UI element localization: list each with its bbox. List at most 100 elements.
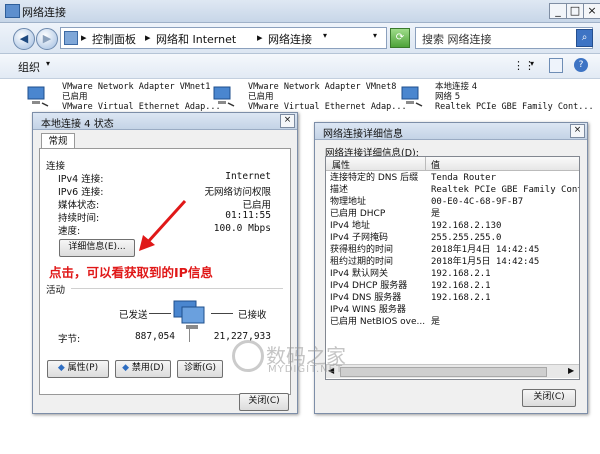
close-button[interactable]: 关闭(C): [239, 393, 289, 411]
list-header: 属性 值: [326, 157, 579, 171]
shield-icon: ◆: [122, 363, 130, 373]
activity-line-received: [211, 313, 233, 314]
network-folder-icon: [5, 4, 20, 18]
detail-row-property[interactable]: IPv4 WINS 服务器: [330, 305, 406, 316]
detail-row-value[interactable]: 2018年1月5日 14:42:45: [431, 257, 539, 268]
help-icon[interactable]: ?: [574, 58, 588, 72]
detail-row-property[interactable]: IPv4 子网掩码: [330, 233, 388, 244]
diagnose-button[interactable]: 诊断(G): [177, 360, 223, 378]
breadcrumb-network-internet[interactable]: 网络和 Internet: [156, 31, 236, 47]
detail-row-value[interactable]: 00-E0-4C-68-9F-B7: [431, 197, 523, 208]
detail-row-property[interactable]: IPv4 DHCP 服务器: [330, 281, 407, 292]
breadcrumb-network-connections[interactable]: 网络连接: [268, 31, 312, 47]
detail-row-property[interactable]: 已启用 NetBIOS ove...: [330, 317, 425, 328]
details-list[interactable]: 属性 值 连接特定的 DNS 后缀 Tenda Router 描述 Realtek P…: [325, 156, 580, 380]
chevron-down-icon[interactable]: ▾: [373, 31, 377, 40]
close-window-button[interactable]: ×: [583, 3, 600, 19]
adapter-status: 已启用: [62, 92, 88, 102]
organize-menu[interactable]: 组织: [18, 59, 40, 75]
disable-button[interactable]: ◆ 禁用(D): [115, 360, 171, 378]
command-bar: 组织 ▾ ⋮⋮ ▾ ?: [0, 54, 600, 79]
column-header-value[interactable]: 值: [431, 158, 440, 171]
detail-row-value[interactable]: 255.255.255.0: [431, 233, 501, 244]
column-divider: [425, 157, 426, 170]
detail-row-property[interactable]: 描述: [330, 185, 348, 196]
detail-row-value[interactable]: Realtek PCIe GBE Family Controlle: [431, 185, 579, 196]
detail-row-value[interactable]: 192.168.2.1: [431, 269, 491, 280]
detail-row-property[interactable]: 租约过期的时间: [330, 257, 393, 268]
section-activity: 活动: [46, 285, 66, 296]
annotation-text: 点击，可以看获取到的IP信息: [49, 265, 213, 280]
details-close-button[interactable]: 关闭(C): [522, 389, 576, 407]
network-adapter-icon: [212, 85, 236, 107]
detail-row-property[interactable]: IPv4 DNS 服务器: [330, 293, 401, 304]
adapter-vmnet1[interactable]: VMware Network Adapter VMnet1 已启用 VMware…: [62, 82, 221, 112]
properties-button-label: 属性(P): [67, 363, 99, 373]
detail-row-property[interactable]: 获得租约的时间: [330, 245, 393, 256]
adapter-vmnet8[interactable]: VMware Network Adapter VMnet8 已启用 VMware…: [248, 82, 407, 112]
close-icon[interactable]: ×: [280, 114, 295, 128]
forward-button[interactable]: ▶: [36, 28, 58, 50]
breadcrumb-separator: ▸: [81, 31, 87, 44]
adapter-local-connection-4[interactable]: 本地连接 4 网络 5 Realtek PCIe GBE Family Cont…: [435, 82, 594, 112]
back-button[interactable]: ◀: [13, 28, 35, 50]
shield-icon: ◆: [57, 363, 65, 373]
watermark-logo: [232, 340, 264, 372]
chevron-down-icon[interactable]: ▾: [530, 59, 534, 68]
breadcrumb-separator: ▸: [145, 31, 151, 44]
adapter-device: VMware Virtual Ethernet Adap...: [62, 102, 221, 112]
sent-label: 已发送: [119, 310, 148, 321]
bytes-divider: [189, 328, 190, 342]
adapter-device: VMware Virtual Ethernet Adap...: [248, 102, 407, 112]
search-icon[interactable]: ⌕: [576, 29, 593, 47]
maximize-button[interactable]: □: [566, 3, 584, 19]
column-header-property[interactable]: 属性: [332, 158, 350, 171]
detail-row-value[interactable]: 192.168.2.1: [431, 281, 491, 292]
bytes-received: 21,227,933: [213, 331, 271, 342]
watermark-subtext: MYDIGIT.NET: [268, 364, 344, 375]
scroll-thumb[interactable]: [340, 367, 547, 377]
detail-row-value[interactable]: 192.168.2.1: [431, 293, 491, 304]
tab-general[interactable]: 常规: [41, 133, 75, 149]
ipv4-value: Internet: [225, 171, 271, 182]
detail-row-property[interactable]: 连接特定的 DNS 后缀: [330, 173, 418, 184]
window-title: 网络连接: [22, 6, 66, 19]
chevron-down-icon[interactable]: ▾: [323, 31, 327, 40]
detail-row-value[interactable]: Tenda Router: [431, 173, 496, 184]
detail-row-value[interactable]: 192.168.2.130: [431, 221, 501, 232]
scroll-right-icon[interactable]: ▶: [568, 366, 574, 375]
detail-row-value[interactable]: 2018年1月4日 14:42:45: [431, 245, 539, 256]
network-adapter-icon: [400, 85, 424, 107]
adapter-status: 已启用: [248, 92, 274, 102]
speed-label: 速度:: [58, 226, 81, 237]
close-icon[interactable]: ×: [570, 124, 585, 138]
network-adapter-icon: [26, 85, 50, 107]
detail-row-property[interactable]: 物理地址: [330, 197, 366, 208]
details-button[interactable]: 详细信息(E)...: [59, 239, 135, 257]
ipv4-label: IPv4 连接:: [58, 174, 104, 185]
activity-divider: [71, 288, 283, 289]
preview-pane-icon[interactable]: [549, 58, 563, 73]
section-connection: 连接: [46, 161, 66, 172]
adapter-device: Realtek PCIe GBE Family Cont...: [435, 102, 594, 112]
window-titlebar: 网络连接 _ □ ×: [0, 0, 600, 23]
breadcrumb-separator: ▸: [257, 31, 263, 44]
refresh-button[interactable]: ⟳: [390, 28, 410, 48]
details-dialog-title: 网络连接详细信息: [323, 129, 403, 140]
chevron-down-icon[interactable]: ▾: [46, 59, 50, 68]
properties-button[interactable]: ◆ 属性(P): [47, 360, 109, 378]
ipv6-label: IPv6 连接:: [58, 187, 104, 198]
detail-row-property[interactable]: 已启用 DHCP: [330, 209, 385, 220]
search-input[interactable]: 搜索 网络连接: [415, 27, 593, 49]
detail-row-value[interactable]: 是: [431, 209, 440, 220]
minimize-button[interactable]: _: [549, 3, 567, 19]
disable-button-label: 禁用(D): [131, 363, 164, 373]
address-bar[interactable]: ▸ 控制面板 ▸ 网络和 Internet ▸ 网络连接 ▾ ▾: [60, 27, 387, 49]
breadcrumb-control-panel[interactable]: 控制面板: [92, 31, 136, 47]
activity-line-sent: [149, 313, 171, 314]
status-dialog-title: 本地连接 4 状态: [41, 119, 114, 130]
detail-row-property[interactable]: IPv4 默认网关: [330, 269, 388, 280]
horizontal-scrollbar[interactable]: ◀ ▶: [326, 364, 579, 378]
detail-row-property[interactable]: IPv4 地址: [330, 221, 370, 232]
detail-row-value[interactable]: 是: [431, 317, 440, 328]
